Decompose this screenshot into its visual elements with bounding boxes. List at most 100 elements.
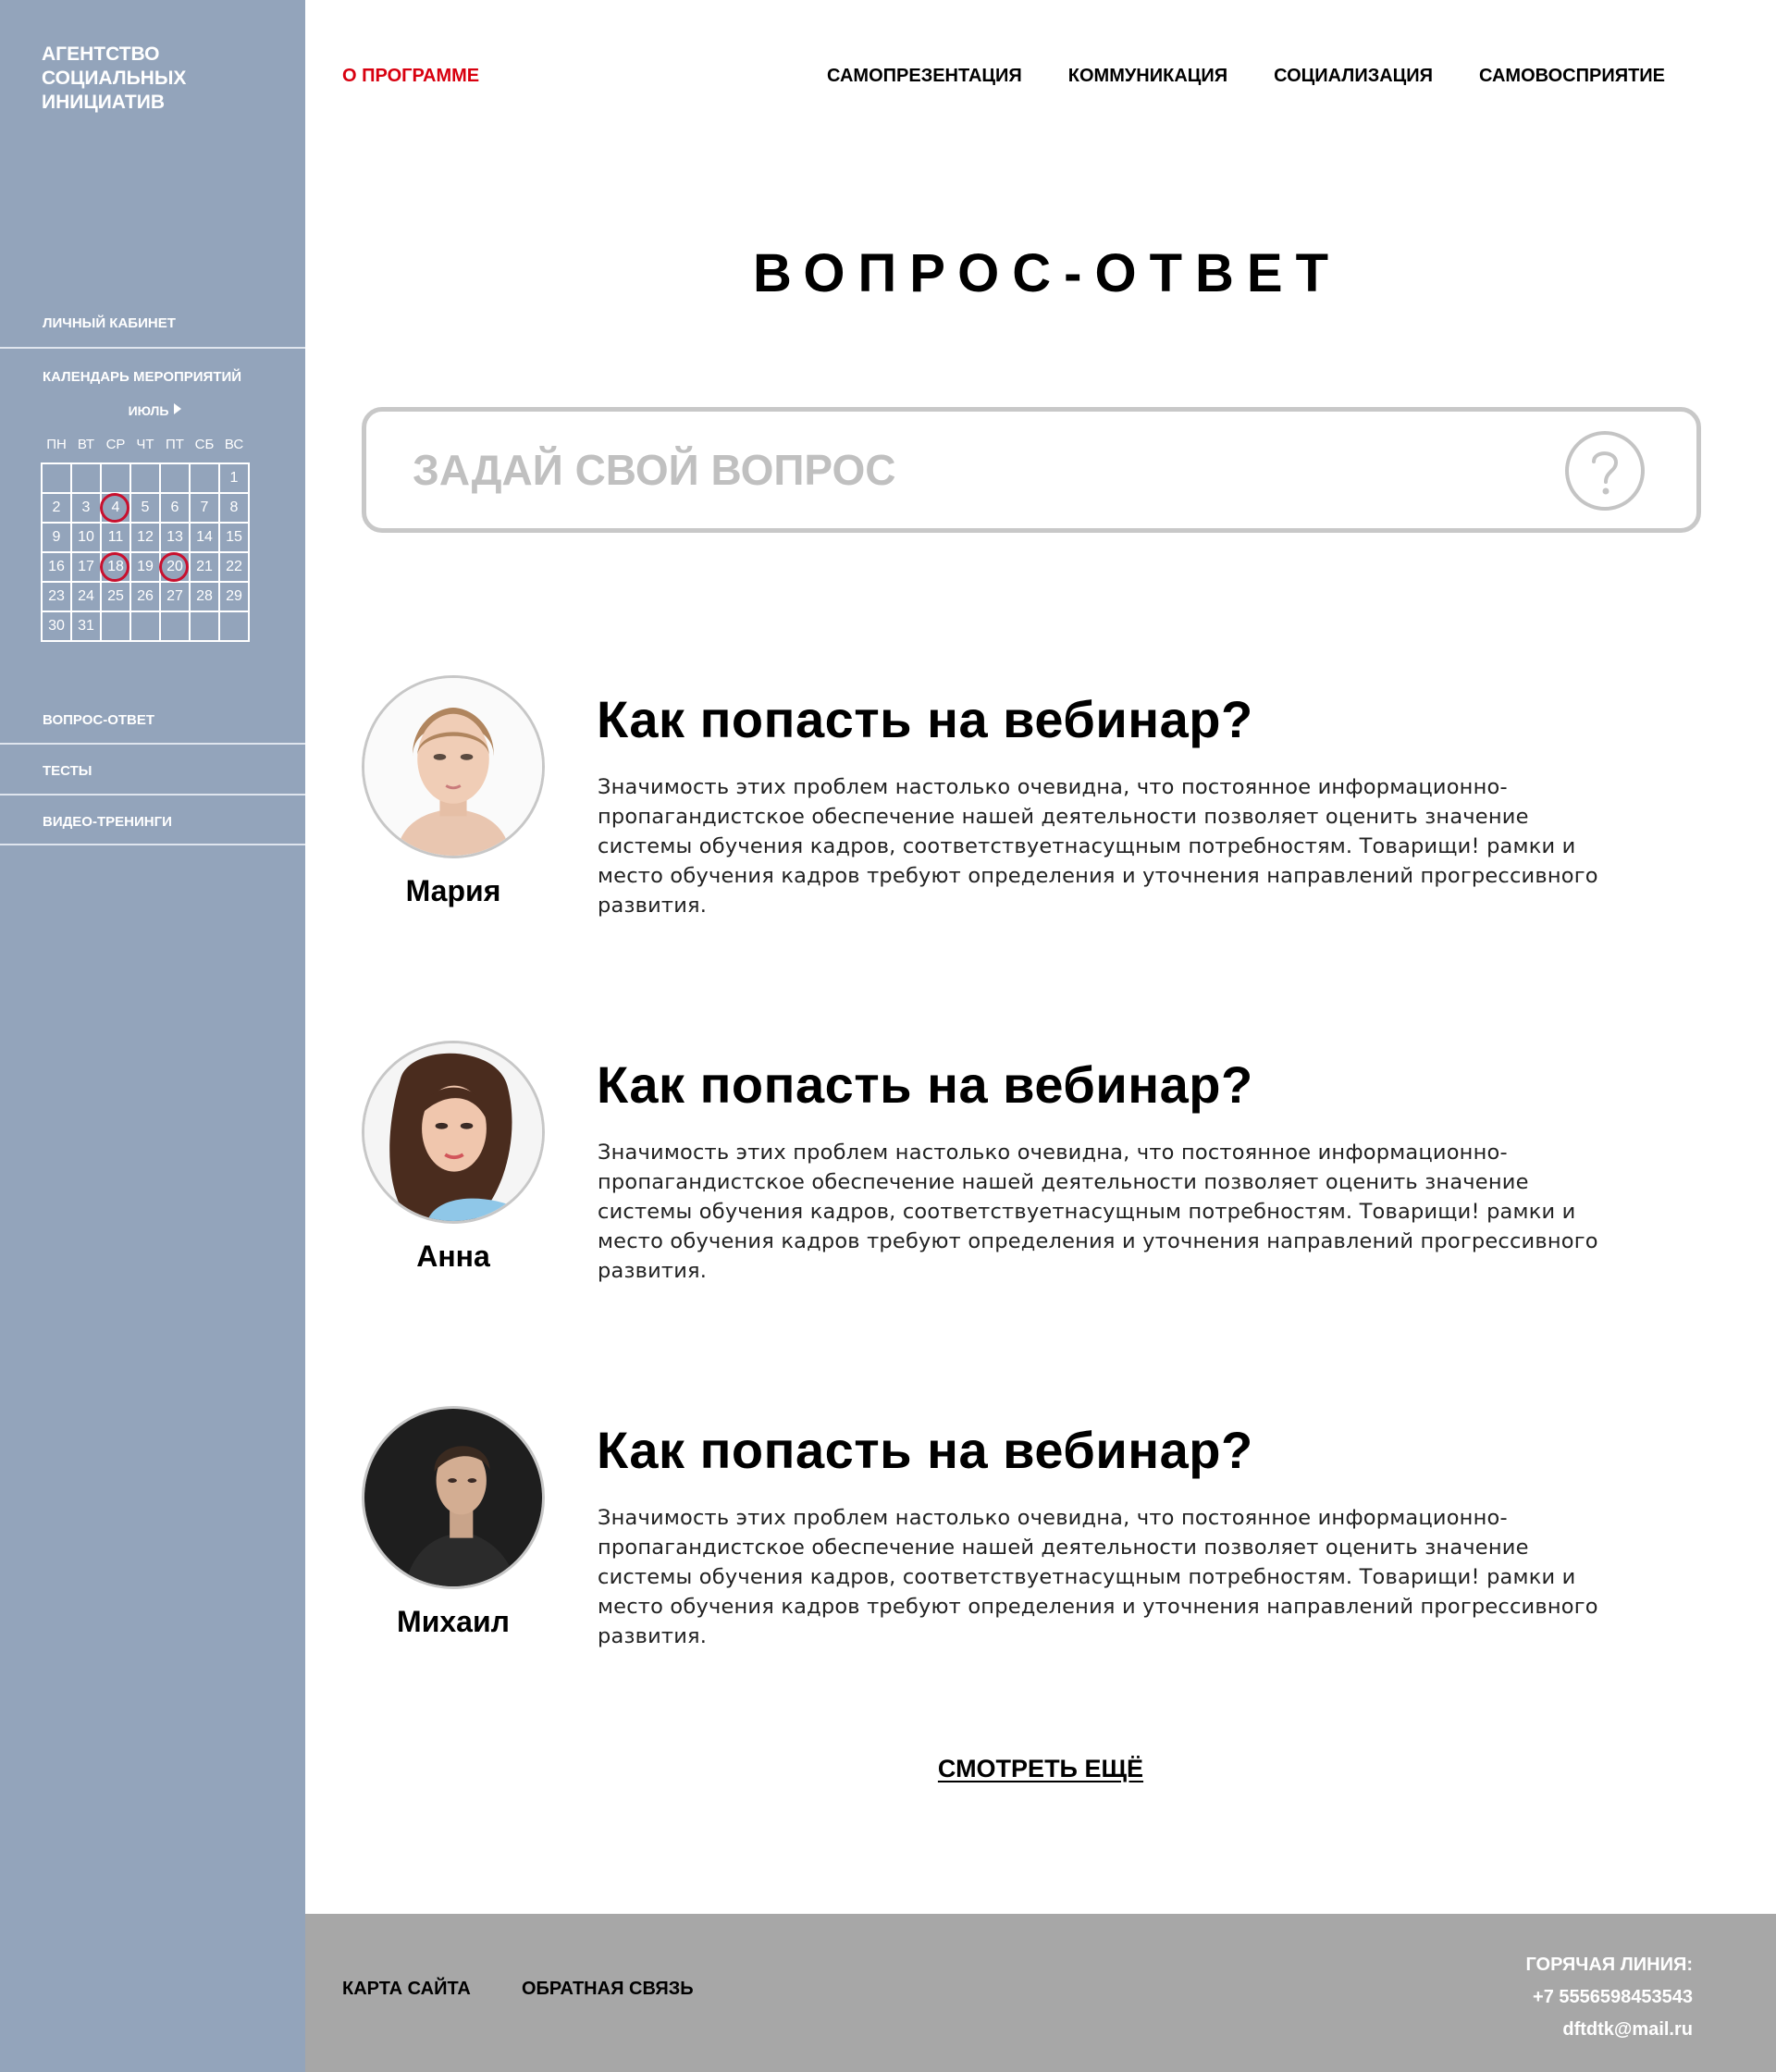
- hotline: ГОРЯЧАЯ ЛИНИЯ: +7 5556598453543 dftdtk@m…: [1525, 1949, 1693, 2046]
- page-title: ВОПРОС-ОТВЕТ: [752, 243, 1342, 303]
- calendar-day-event[interactable]: 4: [100, 493, 131, 524]
- calendar-empty-cell: [161, 464, 191, 494]
- calendar-day-event[interactable]: 20: [159, 552, 191, 583]
- calendar-day[interactable]: 23: [43, 583, 72, 612]
- qa-item: Мария Как попасть на вебинар? Значимость…: [362, 675, 1712, 934]
- weekday: СБ: [194, 437, 215, 452]
- calendar-empty-cell: [191, 612, 220, 642]
- calendar-grid: 1 2 3 4 5 6 7 8 9 10 11 12 13 14 15 16 17 18 19 20 21 22 23 24 2…: [41, 462, 250, 642]
- avatar-photo-anna: [364, 1043, 542, 1221]
- calendar-day[interactable]: 26: [131, 583, 161, 612]
- calendar-day[interactable]: 1: [220, 464, 250, 494]
- calendar-day[interactable]: 29: [220, 583, 250, 612]
- calendar-empty-cell: [102, 464, 131, 494]
- calendar-empty-cell: [43, 464, 72, 494]
- next-month-arrow-icon[interactable]: [174, 403, 182, 414]
- calendar-empty-cell: [191, 464, 220, 494]
- qa-item: Анна Как попасть на вебинар? Значимость …: [362, 1041, 1712, 1300]
- calendar-day[interactable]: 30: [43, 612, 72, 642]
- answer-text: Значимость этих проблем настолько очевид…: [598, 1141, 1598, 1283]
- calendar-day[interactable]: 31: [72, 612, 102, 642]
- qa-item: Михаил Как попасть на вебинар? Значимост…: [362, 1406, 1712, 1665]
- avatar-photo-maria: [364, 678, 542, 856]
- calendar-empty-cell: [131, 464, 161, 494]
- calendar-day[interactable]: 13: [161, 524, 191, 553]
- weekday: ПТ: [166, 437, 184, 452]
- author-name: Михаил: [397, 1605, 510, 1638]
- calendar-day[interactable]: 14: [191, 524, 220, 553]
- footer-sitemap-link[interactable]: КАРТА САЙТА: [342, 1979, 471, 2000]
- question-title[interactable]: Как попасть на вебинар?: [597, 689, 1253, 749]
- hotline-email[interactable]: dftdtk@mail.ru: [1525, 2014, 1693, 2046]
- calendar-day[interactable]: 17: [72, 553, 102, 583]
- calendar-day[interactable]: 7: [191, 494, 220, 524]
- calendar-day[interactable]: 5: [131, 494, 161, 524]
- sidebar-item-tests[interactable]: ТЕСТЫ: [0, 763, 305, 779]
- calendar-day[interactable]: 6: [161, 494, 191, 524]
- calendar-day[interactable]: 22: [220, 553, 250, 583]
- calendar-day[interactable]: 16: [43, 553, 72, 583]
- logo[interactable]: АГЕНТСТВО СОЦИАЛЬНЫХ ИНИЦИАТИВ: [42, 43, 264, 115]
- answer-text: Значимость этих проблем настолько очевид…: [598, 775, 1598, 918]
- sidebar-item-cabinet[interactable]: ЛИЧНЫЙ КАБИНЕТ: [0, 315, 305, 331]
- hotline-label: ГОРЯЧАЯ ЛИНИЯ:: [1525, 1955, 1693, 1975]
- author-name: Анна: [416, 1240, 490, 1273]
- weekday: ВТ: [77, 437, 95, 452]
- nav-communication[interactable]: КОММУНИКАЦИЯ: [1068, 66, 1227, 87]
- calendar-day[interactable]: 19: [131, 553, 161, 583]
- main-nav: САМОПРЕЗЕНТАЦИЯ КОММУНИКАЦИЯ СОЦИАЛИЗАЦИ…: [827, 66, 1665, 87]
- calendar-day[interactable]: 9: [43, 524, 72, 553]
- calendar-month: ИЮЛЬ: [128, 403, 169, 418]
- nav-socialization[interactable]: СОЦИАЛИЗАЦИЯ: [1274, 66, 1433, 87]
- avatar: [362, 1041, 545, 1224]
- weekday: ВС: [224, 437, 244, 452]
- calendar-day[interactable]: 24: [72, 583, 102, 612]
- calendar-day[interactable]: 28: [191, 583, 220, 612]
- hotline-phone[interactable]: +7 5556598453543: [1525, 1981, 1693, 2014]
- calendar-empty-cell: [161, 612, 191, 642]
- sidebar: АГЕНТСТВО СОЦИАЛЬНЫХ ИНИЦИАТИВ ЛИЧНЫЙ КА…: [0, 0, 305, 2072]
- calendar-day[interactable]: 27: [161, 583, 191, 612]
- calendar-day[interactable]: 2: [43, 494, 72, 524]
- avatar: [362, 675, 545, 858]
- calendar-day[interactable]: 15: [220, 524, 250, 553]
- sidebar-divider: [0, 347, 305, 349]
- avatar: [362, 1406, 545, 1589]
- calendar-weekdays: ПН ВТ СР ЧТ ПТ СБ ВС: [42, 437, 251, 452]
- calendar-title[interactable]: КАЛЕНДАРЬ МЕРОПРИЯТИЙ: [0, 369, 305, 385]
- calendar-empty-cell: [131, 612, 161, 642]
- question-title[interactable]: Как попасть на вебинар?: [597, 1054, 1253, 1115]
- author-name: Мария: [405, 874, 501, 907]
- footer: КАРТА САЙТА ОБРАТНАЯ СВЯЗЬ ГОРЯЧАЯ ЛИНИЯ…: [305, 1914, 1776, 2072]
- sidebar-item-video-trainings[interactable]: ВИДЕО-ТРЕНИНГИ: [0, 814, 305, 830]
- show-more: СМОТРЕТЬ ЕЩЁ: [305, 1755, 1776, 1783]
- calendar-day[interactable]: 11: [102, 524, 131, 553]
- sidebar-item-qa[interactable]: ВОПРОС-ОТВЕТ: [0, 712, 305, 728]
- weekday: ЧТ: [136, 437, 154, 452]
- calendar-day[interactable]: 8: [220, 494, 250, 524]
- question-circle-icon[interactable]: [1564, 430, 1646, 512]
- weekday: СР: [105, 437, 126, 452]
- sidebar-divider: [0, 844, 305, 845]
- sidebar-divider: [0, 743, 305, 745]
- calendar-month-switcher: ИЮЛЬ: [0, 403, 305, 418]
- nav-self-perception[interactable]: САМОВОСПРИЯТИЕ: [1479, 66, 1665, 87]
- footer-feedback-link[interactable]: ОБРАТНАЯ СВЯЗЬ: [522, 1979, 694, 2000]
- calendar-day-event[interactable]: 18: [100, 552, 131, 583]
- calendar-empty-cell: [220, 612, 250, 642]
- calendar-day[interactable]: 25: [102, 583, 131, 612]
- question-input[interactable]: [413, 439, 1523, 500]
- calendar-day[interactable]: 21: [191, 553, 220, 583]
- nav-self-presentation[interactable]: САМОПРЕЗЕНТАЦИЯ: [827, 66, 1022, 87]
- calendar-day[interactable]: 3: [72, 494, 102, 524]
- calendar-day[interactable]: 12: [131, 524, 161, 553]
- calendar-empty-cell: [72, 464, 102, 494]
- answer-text: Значимость этих проблем настолько очевид…: [598, 1506, 1598, 1648]
- question-title[interactable]: Как попасть на вебинар?: [597, 1420, 1253, 1480]
- nav-about-program[interactable]: О ПРОГРАММЕ: [342, 66, 479, 87]
- avatar-photo-mikhail: [364, 1409, 542, 1586]
- show-more-link[interactable]: СМОТРЕТЬ ЕЩЁ: [938, 1755, 1143, 1782]
- weekday: ПН: [46, 437, 67, 452]
- calendar-day[interactable]: 10: [72, 524, 102, 553]
- calendar-empty-cell: [102, 612, 131, 642]
